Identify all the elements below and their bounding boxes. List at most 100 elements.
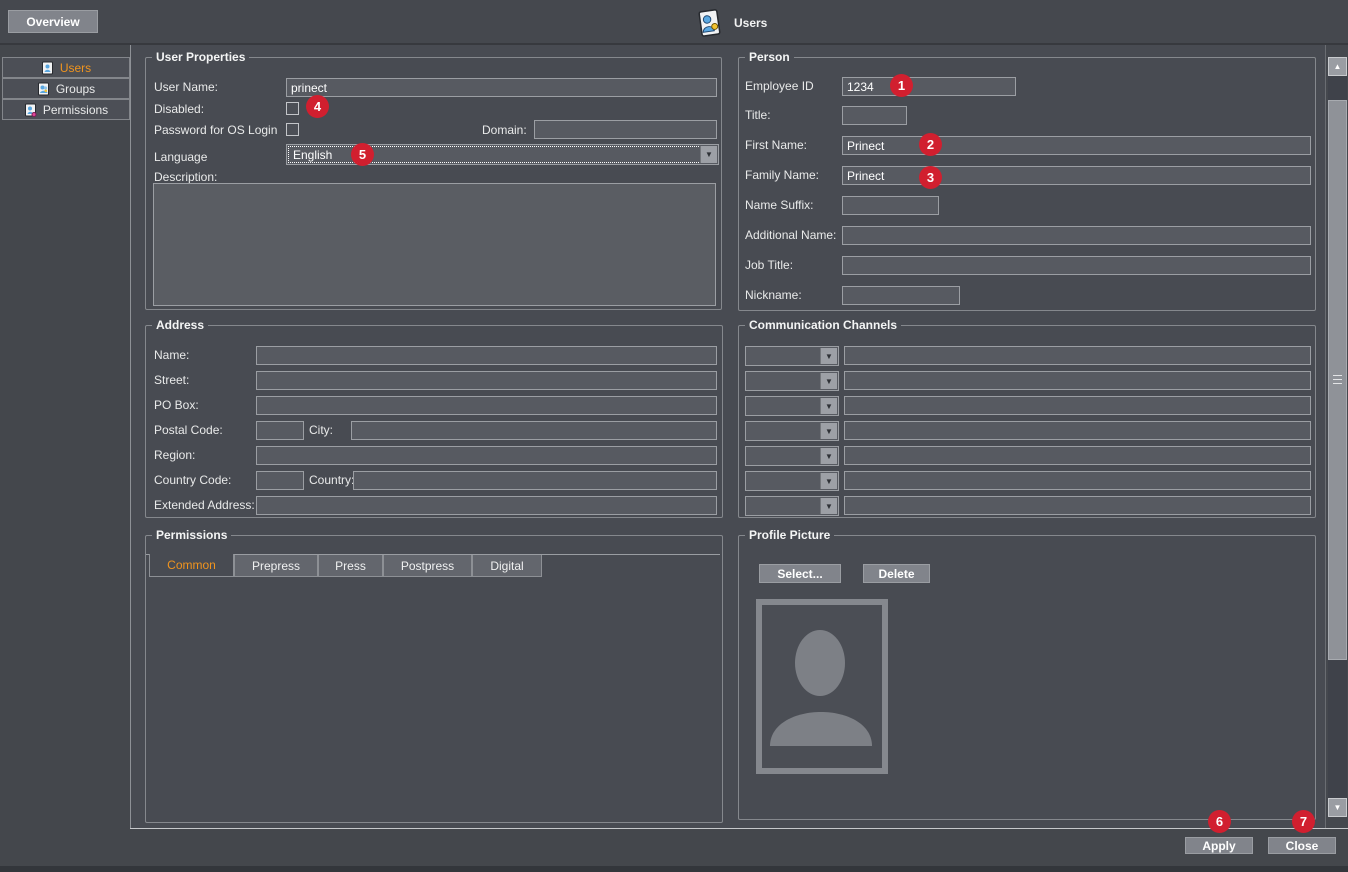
job-title-label: Job Title: [745, 256, 793, 275]
comm-type-select[interactable]: ▼ [745, 396, 839, 416]
profile-picture-group: Profile Picture Select... Delete [738, 535, 1316, 820]
annotation-badge-6: 6 [1208, 810, 1231, 833]
scroll-down-button[interactable]: ▼ [1328, 798, 1347, 817]
tab-common[interactable]: Common [149, 554, 234, 577]
annotation-badge-1: 1 [890, 74, 913, 97]
comm-value-input[interactable] [844, 346, 1311, 365]
nickname-label: Nickname: [745, 286, 802, 305]
city-input[interactable] [351, 421, 717, 440]
tab-digital[interactable]: Digital [472, 555, 542, 577]
grip-icon [1333, 379, 1342, 380]
region-input[interactable] [256, 446, 717, 465]
description-textarea[interactable] [153, 183, 716, 306]
sidebar-item-label: Groups [56, 82, 95, 96]
permissions-group: Permissions Common Prepress Press Postpr… [145, 535, 723, 823]
password-os-label: Password for OS Login [154, 121, 277, 140]
tab-label: Common [167, 558, 216, 572]
name-suffix-label: Name Suffix: [745, 196, 813, 215]
comm-type-select[interactable]: ▼ [745, 371, 839, 391]
chevron-down-icon[interactable]: ▼ [820, 398, 837, 414]
sidebar-item-permissions[interactable]: Permissions [2, 99, 130, 120]
domain-label: Domain: [482, 121, 527, 140]
comm-type-select[interactable]: ▼ [745, 471, 839, 491]
delete-picture-button[interactable]: Delete [863, 564, 930, 583]
overview-button[interactable]: Overview [8, 10, 98, 33]
tab-label: Press [335, 559, 366, 573]
employee-id-label: Employee ID [745, 77, 814, 96]
sidebar-item-label: Permissions [43, 103, 108, 117]
sidebar-item-label: Users [60, 61, 91, 75]
job-title-input[interactable] [842, 256, 1311, 275]
street-label: Street: [154, 371, 189, 390]
page-title: Users [734, 16, 767, 30]
comm-type-select[interactable]: ▼ [745, 446, 839, 466]
city-label: City: [309, 421, 333, 440]
sidebar-item-groups[interactable]: Groups [2, 78, 130, 99]
chevron-down-icon[interactable]: ▼ [820, 373, 837, 389]
employee-id-input[interactable] [842, 77, 1016, 96]
group-title: Permissions [152, 528, 231, 542]
chevron-down-icon[interactable]: ▼ [820, 348, 837, 364]
address-name-input[interactable] [256, 346, 717, 365]
language-label: Language [154, 148, 207, 167]
annotation-badge-5: 5 [351, 143, 374, 166]
tab-label: Prepress [252, 559, 300, 573]
country-code-input[interactable] [256, 471, 304, 490]
title-label: Title: [745, 106, 771, 125]
comm-value-input[interactable] [844, 446, 1311, 465]
country-input[interactable] [353, 471, 717, 490]
close-button[interactable]: Close [1268, 837, 1336, 854]
extended-address-input[interactable] [256, 496, 717, 515]
country-label: Country: [309, 471, 354, 490]
chevron-down-icon[interactable]: ▼ [820, 498, 837, 514]
users-page-icon [694, 7, 724, 39]
address-name-label: Name: [154, 346, 189, 365]
po-box-input[interactable] [256, 396, 717, 415]
postal-code-label: Postal Code: [154, 421, 223, 440]
sidebar-item-users[interactable]: Users [2, 57, 130, 78]
scroll-up-button[interactable]: ▲ [1328, 57, 1347, 76]
comm-value-input[interactable] [844, 496, 1311, 515]
person-silhouette-icon [762, 605, 882, 768]
extended-address-label: Extended Address: [154, 496, 255, 515]
group-page-icon [37, 82, 50, 96]
tab-press[interactable]: Press [318, 555, 383, 577]
postal-code-input[interactable] [256, 421, 304, 440]
disabled-checkbox[interactable] [286, 102, 299, 115]
comm-type-select[interactable]: ▼ [745, 496, 839, 516]
comm-value-input[interactable] [844, 396, 1311, 415]
title-input[interactable] [842, 106, 907, 125]
name-suffix-input[interactable] [842, 196, 939, 215]
comm-value-input[interactable] [844, 371, 1311, 390]
password-os-checkbox[interactable] [286, 123, 299, 136]
apply-button[interactable]: Apply [1185, 837, 1253, 854]
street-input[interactable] [256, 371, 717, 390]
chevron-down-icon[interactable]: ▼ [820, 473, 837, 489]
comm-type-select[interactable]: ▼ [745, 421, 839, 441]
select-picture-button[interactable]: Select... [759, 564, 841, 583]
top-bar: Overview Users [0, 0, 1348, 45]
tab-postpress[interactable]: Postpress [383, 555, 472, 577]
user-properties-group: User Properties User Name: Disabled: Pas… [145, 57, 722, 310]
first-name-input[interactable] [842, 136, 1311, 155]
scrollbar-thumb[interactable] [1328, 100, 1347, 660]
tab-label: Digital [490, 559, 523, 573]
annotation-badge-7: 7 [1292, 810, 1315, 833]
chevron-down-icon[interactable]: ▼ [820, 423, 837, 439]
comm-value-input[interactable] [844, 421, 1311, 440]
nickname-input[interactable] [842, 286, 960, 305]
tab-prepress[interactable]: Prepress [234, 555, 318, 577]
family-name-input[interactable] [842, 166, 1311, 185]
footer-separator [130, 828, 1348, 829]
person-group: Person Employee ID Title: First Name: Fa… [738, 57, 1316, 311]
additional-name-input[interactable] [842, 226, 1311, 245]
user-name-input[interactable] [286, 78, 717, 97]
window-title: Users [694, 6, 767, 40]
domain-input[interactable] [534, 120, 717, 139]
language-value: English [293, 145, 332, 164]
comm-type-select[interactable]: ▼ [745, 346, 839, 366]
comm-value-input[interactable] [844, 471, 1311, 490]
chevron-down-icon[interactable]: ▼ [700, 146, 717, 163]
chevron-down-icon[interactable]: ▼ [820, 448, 837, 464]
user-page-icon [41, 61, 54, 75]
